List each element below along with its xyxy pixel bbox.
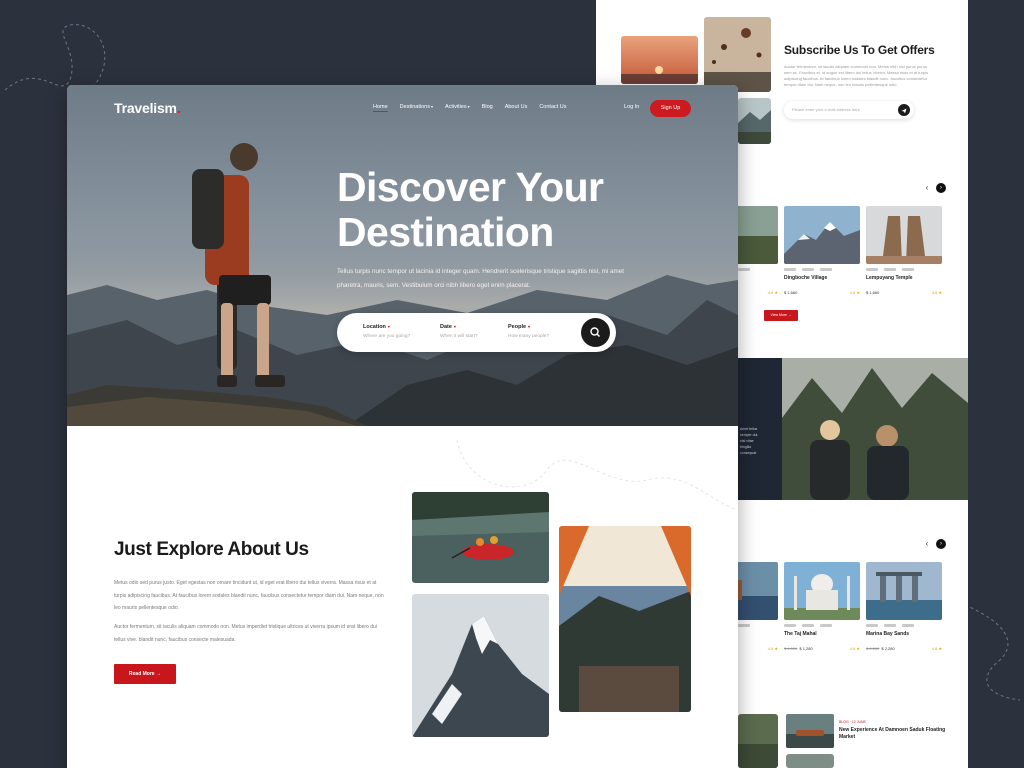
chevron-down-icon: ▾ [453, 324, 456, 329]
news-title[interactable]: New Experience At Damnoen Saduk Floating… [839, 727, 959, 741]
chevron-left-icon[interactable]: ‹ [922, 539, 932, 549]
landscape-image [738, 98, 771, 144]
destination-card[interactable]: Dingboche Village $ 1,660 4.6 ★ [784, 206, 860, 295]
about-paragraph-2: Auctor fermentum, sit iaculis aliquam co… [114, 624, 377, 643]
news-thumb [786, 754, 834, 768]
temple-image [866, 206, 942, 264]
carousel-arrows: ‹ › [922, 539, 946, 549]
card-meta [866, 268, 942, 272]
read-more-button[interactable]: Read More → [114, 664, 176, 684]
destination-card[interactable]: Marina Bay Sands $ 2,550 $ 2,280 4.6 ★ [866, 562, 942, 651]
nav-item-activities[interactable]: Activities▾ [445, 104, 470, 110]
nav-item-contact-us[interactable]: Contact Us [539, 104, 566, 110]
floating-market-image [786, 714, 834, 748]
nav-item-home[interactable]: Home [373, 104, 388, 112]
marina-bay-image [866, 562, 942, 620]
chevron-right-icon[interactable]: › [936, 539, 946, 549]
rafting-image [412, 492, 549, 583]
tent-view-image [559, 526, 691, 712]
hero-background-image [67, 85, 738, 426]
travelers-forest-image [782, 358, 968, 500]
destination-name: Dingboche Village [784, 275, 828, 281]
date-placeholder: When it will start? [440, 334, 478, 339]
hot-air-balloons-image [704, 17, 771, 92]
hero-section: Travelism. Home Destinations▾ Activities… [67, 85, 738, 426]
search-button[interactable] [581, 318, 610, 347]
card-meta [866, 624, 942, 628]
sunset-image [621, 36, 698, 84]
destination-price: $ 1,660 4.6 ★ [866, 290, 942, 295]
nav-item-destinations[interactable]: Destinations▾ [400, 104, 433, 110]
subscribe-text: Auctor fermentum, sit iaculis aliquam co… [784, 64, 929, 87]
signup-button[interactable]: Sign Up [650, 100, 691, 117]
search-icon [590, 327, 600, 337]
chevron-left-icon[interactable]: ‹ [922, 183, 932, 193]
email-subscribe-field[interactable]: Please enter your e-mail address here [784, 101, 914, 119]
card-meta [784, 624, 860, 628]
taj-mahal-image [784, 562, 860, 620]
view-more-button[interactable]: View More → [764, 310, 798, 321]
chevron-down-icon: ▾ [528, 324, 531, 329]
destination-name: The Taj Mahal [784, 631, 817, 637]
destination-name: Marina Bay Sands [866, 631, 910, 637]
about-title: Just Explore About Us [114, 539, 309, 560]
nav-item-about-us[interactable]: About Us [505, 104, 528, 110]
login-link[interactable]: Log In [624, 104, 639, 110]
send-icon[interactable] [898, 104, 910, 116]
snowy-mountain-image [412, 594, 549, 737]
subscribe-title: Subscribe Us To Get Offers [784, 43, 935, 57]
people-placeholder: How many people? [508, 334, 550, 339]
destination-price: $ 1,660 4.6 ★ [784, 290, 860, 295]
location-placeholder: Where are you going? [363, 334, 411, 339]
decorative-dashed-path-icon [964, 604, 1021, 701]
card-meta [784, 268, 860, 272]
news-thumb-left [738, 714, 778, 768]
destination-search-bar: Location ▾ Where are you going? Date ▾ Whe… [337, 313, 616, 352]
email-placeholder: Please enter your e-mail address here [792, 107, 860, 112]
news-tag: BLOG · 12 JUNE [839, 720, 866, 724]
main-navigation: Home Destinations▾ Activities▾ Blog Abou… [373, 104, 567, 112]
destination-card[interactable]: The Taj Mahal $ 1,550 $ 1,280 4.6 ★ [784, 562, 860, 651]
destination-name: Lempuyang Temple [866, 275, 913, 281]
chevron-down-icon: ▾ [467, 104, 470, 109]
hero-title: Discover Your Destination [337, 164, 604, 255]
people-field[interactable]: People ▾ How many people? [508, 324, 549, 339]
destination-card[interactable]: Lempuyang Temple $ 1,660 4.6 ★ [866, 206, 942, 295]
chevron-right-icon[interactable]: › [936, 183, 946, 193]
destination-price: $ 1,550 $ 1,280 4.6 ★ [784, 646, 860, 651]
dark-band: Amet tellus semper dui. nisl vitae fring… [738, 358, 782, 500]
hero-subtitle: Tellus turpis nunc tempor ut lacinia id … [337, 268, 624, 289]
brand-logo[interactable]: Travelism. [114, 100, 181, 116]
mountain-image [784, 206, 860, 264]
main-page: Travelism. Home Destinations▾ Activities… [67, 85, 738, 768]
carousel-arrows: ‹ › [922, 183, 946, 193]
location-field[interactable]: Location ▾ Where are you going? [363, 324, 410, 339]
chevron-down-icon: ▾ [387, 324, 390, 329]
dark-band-text: Amet tellus semper dui. nisl vitae fring… [740, 427, 759, 455]
date-field[interactable]: Date ▾ When it will start? [440, 324, 478, 339]
about-paragraph-1: Metus odio sed purus justo. Eget egestas… [114, 580, 384, 611]
nav-item-blog[interactable]: Blog [482, 104, 493, 110]
destination-price: $ 2,550 $ 2,280 4.6 ★ [866, 646, 942, 651]
chevron-down-icon: ▾ [430, 104, 433, 109]
